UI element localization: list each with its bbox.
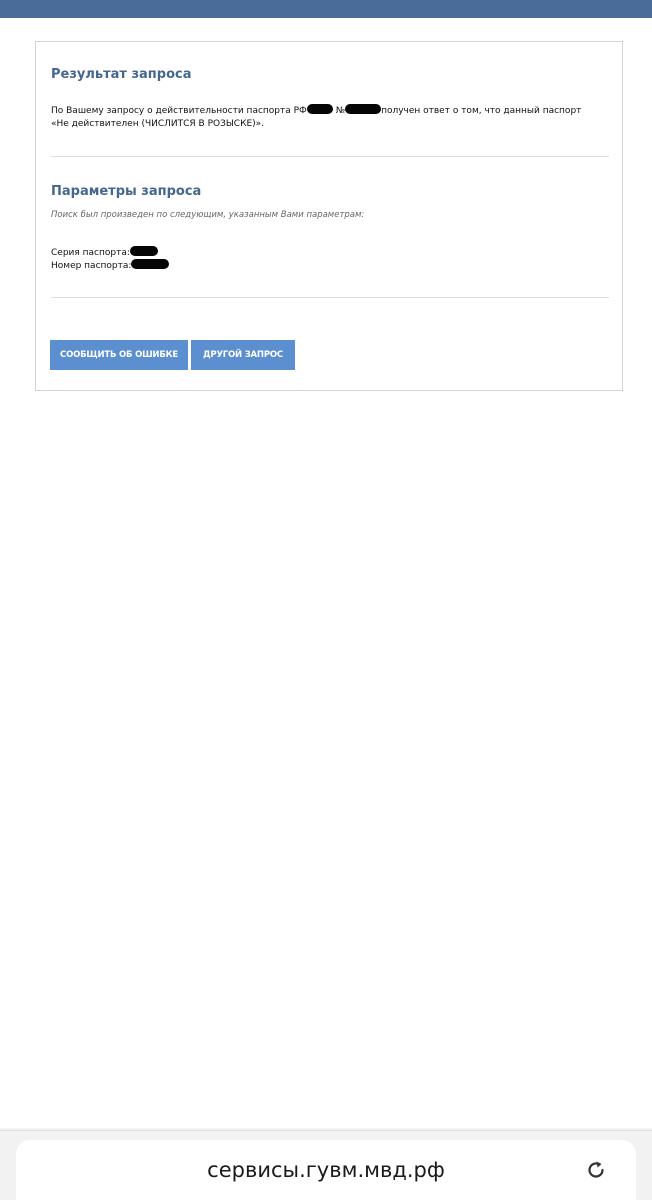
report-error-button[interactable]: СООБЩИТЬ ОБ ОШИБКЕ	[50, 340, 188, 370]
param-number-label: Номер паспорта:	[51, 261, 132, 271]
top-header-bar	[0, 0, 652, 18]
divider	[51, 297, 609, 298]
result-card: Результат запроса По Вашему запросу о де…	[35, 41, 623, 391]
redacted-series-value	[129, 246, 158, 256]
url-text[interactable]: сервисы.гувм.мвд.рф	[16, 1158, 636, 1182]
param-series-row: Серия паспорта:	[51, 246, 158, 259]
redacted-number-value	[131, 259, 170, 269]
params-note: Поиск был произведен по следующим, указа…	[51, 210, 365, 220]
result-text-part1: По Вашему запросу о действительности пас…	[51, 106, 307, 116]
reload-icon[interactable]	[584, 1158, 608, 1182]
params-title: Параметры запроса	[51, 184, 202, 199]
divider	[51, 156, 609, 157]
redacted-series	[306, 104, 333, 114]
result-text: По Вашему запросу о действительности пас…	[51, 104, 596, 131]
address-bar[interactable]: сервисы.гувм.мвд.рф	[16, 1140, 636, 1200]
redacted-number	[345, 104, 382, 114]
new-request-button[interactable]: ДРУГОЙ ЗАПРОС	[191, 340, 295, 370]
number-sign: №	[335, 106, 346, 116]
param-number-row: Номер паспорта:	[51, 259, 170, 272]
result-title: Результат запроса	[51, 67, 192, 82]
param-series-label: Серия паспорта:	[51, 248, 130, 258]
browser-bar-border	[0, 1130, 652, 1131]
